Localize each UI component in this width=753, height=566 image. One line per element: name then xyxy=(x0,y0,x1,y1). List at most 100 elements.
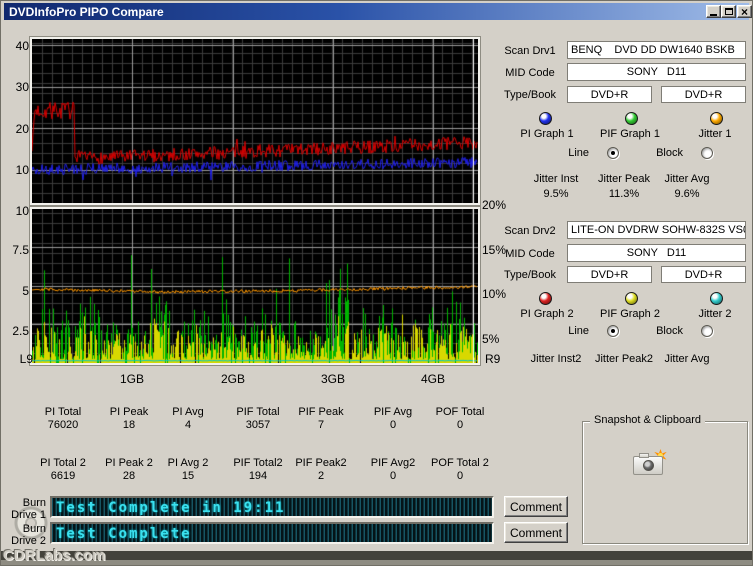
snapshot-groupbox: Snapshot & Clipboard xyxy=(582,414,748,544)
pif-axis-tick: 2.5 xyxy=(12,324,29,338)
stat-value: 0 xyxy=(456,419,464,431)
pi-graph-canvas xyxy=(32,39,478,203)
pif-axis-tick: 7.5 xyxy=(12,243,29,257)
burn-drive2-label: Burn Drive 2 xyxy=(11,523,46,547)
pif-jitter-graph-canvas xyxy=(32,209,478,363)
burn-drive2-lcd: Test Complete xyxy=(50,522,494,544)
stat-label: PI Total xyxy=(44,406,82,418)
comment1-button[interactable]: Comment xyxy=(504,496,568,517)
pif-graph1-led-icon xyxy=(625,112,638,125)
pi-axis-tick: 40 xyxy=(15,39,29,53)
pi-graph1-led-icon xyxy=(539,112,552,125)
pif-axis-tick: 10 xyxy=(15,204,29,218)
jitter-axis-tick: 10% xyxy=(482,287,507,301)
stat-label: PI Avg 2 xyxy=(167,457,209,469)
stat-value: 0 xyxy=(389,470,397,482)
line1-radio[interactable] xyxy=(607,147,619,159)
x-axis-tick: 4GB xyxy=(420,372,445,386)
x-axis-tick: 3GB xyxy=(320,372,345,386)
stat-value: 6619 xyxy=(50,470,76,482)
camera-lens xyxy=(643,460,654,471)
stat-value: 15 xyxy=(181,470,195,482)
close-button[interactable]: × xyxy=(737,5,752,18)
stat-label: PIF Peak2 xyxy=(295,457,347,469)
line2-label: Line xyxy=(568,325,589,337)
pi-graph-frame xyxy=(30,37,480,205)
snapshot-groupbox-title: Snapshot & Clipboard xyxy=(590,414,706,426)
window-bottom-edge xyxy=(1,551,752,560)
mid-code2-value: SONY D11 xyxy=(567,244,746,262)
jitter-axis-tick: 20% xyxy=(482,198,507,212)
jitter2-label: Jitter 2 xyxy=(698,308,732,320)
stat-label: PI Avg xyxy=(172,406,204,418)
scan-drv2-value: LITE-ON DVDRW SOHW-832S VS0 xyxy=(567,221,746,239)
maximize-icon xyxy=(724,8,733,15)
pi-axis-tick: 20 xyxy=(15,122,29,136)
pi-graph2-led-icon xyxy=(539,292,552,305)
stat-value: 7 xyxy=(317,419,325,431)
burn-drive1-lcd: Test Complete in 19:11 xyxy=(50,496,494,518)
burn-drive2-lcd-text: Test Complete xyxy=(56,526,192,542)
pi-axis-tick: 30 xyxy=(15,80,29,94)
scan-drv1-label: Scan Drv1 xyxy=(504,45,556,57)
stat-value: 0 xyxy=(389,419,397,431)
axis-corner-left: L9 xyxy=(19,352,33,366)
pi-axis-tick: 10 xyxy=(15,163,29,177)
type-book2-value-b: DVD+R xyxy=(661,266,746,283)
axis-corner-right: R9 xyxy=(485,352,501,366)
block2-radio[interactable] xyxy=(701,325,713,337)
block1-label: Block xyxy=(656,147,683,159)
comment2-button[interactable]: Comment xyxy=(504,522,568,543)
x-axis-tick: 2GB xyxy=(220,372,245,386)
pi-graph1-label: PI Graph 1 xyxy=(520,128,574,140)
pi-graph2-label: PI Graph 2 xyxy=(520,308,574,320)
jitter-avg1-label: Jitter Avg xyxy=(664,173,710,185)
minimize-button[interactable] xyxy=(706,5,721,18)
jitter-axis-tick: 5% xyxy=(482,332,500,346)
jitter-avg1-value: 9.6% xyxy=(674,188,700,200)
stat-value: 2 xyxy=(317,470,325,482)
stat-label: PIF Avg2 xyxy=(370,457,416,469)
mid-code1-label: MID Code xyxy=(505,67,555,79)
stat-value: 4 xyxy=(184,419,192,431)
pif-jitter-graph-frame xyxy=(30,207,480,365)
stat-label: PIF Avg xyxy=(373,406,413,418)
stat-label: PI Total 2 xyxy=(40,457,86,469)
stat-value: 76020 xyxy=(47,419,79,431)
pif-axis-tick: 5 xyxy=(22,284,29,298)
line1-label: Line xyxy=(568,147,589,159)
x-axis-tick: 1GB xyxy=(119,372,144,386)
line2-radio[interactable] xyxy=(607,325,619,337)
jitter2-led-icon xyxy=(710,292,723,305)
close-icon: × xyxy=(740,4,748,19)
scan-drv2-label: Scan Drv2 xyxy=(504,225,556,237)
pif-graph2-led-icon xyxy=(625,292,638,305)
burn-drive1-label: Burn Drive 1 xyxy=(11,497,46,521)
stat-label: POF Total 2 xyxy=(431,457,489,469)
type-book1-value-b: DVD+R xyxy=(661,86,746,103)
title-bar[interactable]: DVDInfoPro PIPO Compare xyxy=(4,3,749,20)
mid-code2-label: MID Code xyxy=(505,248,555,260)
stat-label: PIF Peak xyxy=(298,406,344,418)
block1-radio[interactable] xyxy=(701,147,713,159)
block2-label: Block xyxy=(656,325,683,337)
type-book1-label: Type/Book xyxy=(504,89,556,101)
watermark: CDRLabs.com xyxy=(3,547,106,564)
snapshot-camera-button[interactable] xyxy=(633,449,667,477)
maximize-button[interactable] xyxy=(721,5,736,18)
jitter1-label: Jitter 1 xyxy=(698,128,732,140)
type-book2-value-a: DVD+R xyxy=(567,266,652,283)
pif-graph2-label: PIF Graph 2 xyxy=(600,308,660,320)
app-window: DVDInfoPro PIPO Compare × 40 30 20 10 10 7.5 5… xyxy=(0,0,753,566)
type-book2-label: Type/Book xyxy=(504,269,556,281)
window-title: DVDInfoPro PIPO Compare xyxy=(9,4,164,19)
window-bottom-strip xyxy=(1,560,752,565)
scan-drv1-value: BENQ DVD DD DW1640 BSKB xyxy=(567,41,746,59)
mid-code1-value: SONY D11 xyxy=(567,63,746,81)
minimize-icon xyxy=(710,14,717,16)
camera-bump xyxy=(639,453,649,458)
pif-graph1-label: PIF Graph 1 xyxy=(600,128,660,140)
jitter-avg2-label: Jitter Avg xyxy=(664,353,710,365)
burn-drive1-lcd-text: Test Complete in 19:11 xyxy=(56,500,286,516)
jitter1-led-icon xyxy=(710,112,723,125)
